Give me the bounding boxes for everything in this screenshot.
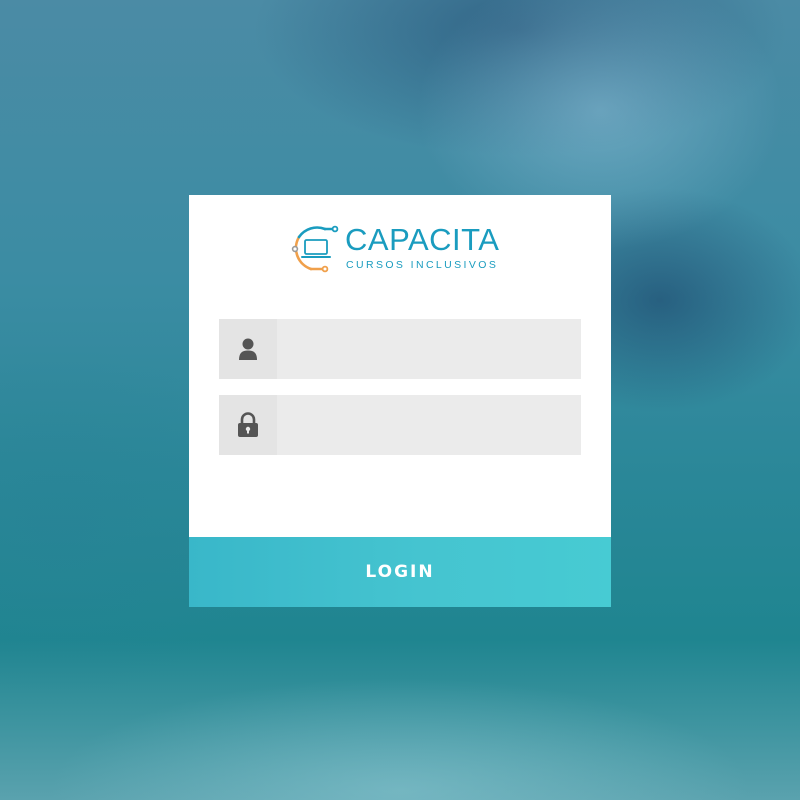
login-card: CAPACITA CURSOS INCLUSIVOS LOGIN [189,195,611,607]
password-input[interactable] [277,395,581,455]
user-icon [219,319,277,379]
lock-icon [219,395,277,455]
brand-logo: CAPACITA CURSOS INCLUSIVOS [289,221,519,277]
brand-tagline: CURSOS INCLUSIVOS [346,259,499,271]
password-field [219,395,581,455]
brand-name: CAPACITA [345,222,500,257]
username-field [219,319,581,379]
username-input[interactable] [277,319,581,379]
laptop-logo-icon [291,225,339,273]
login-button[interactable]: LOGIN [189,537,611,607]
